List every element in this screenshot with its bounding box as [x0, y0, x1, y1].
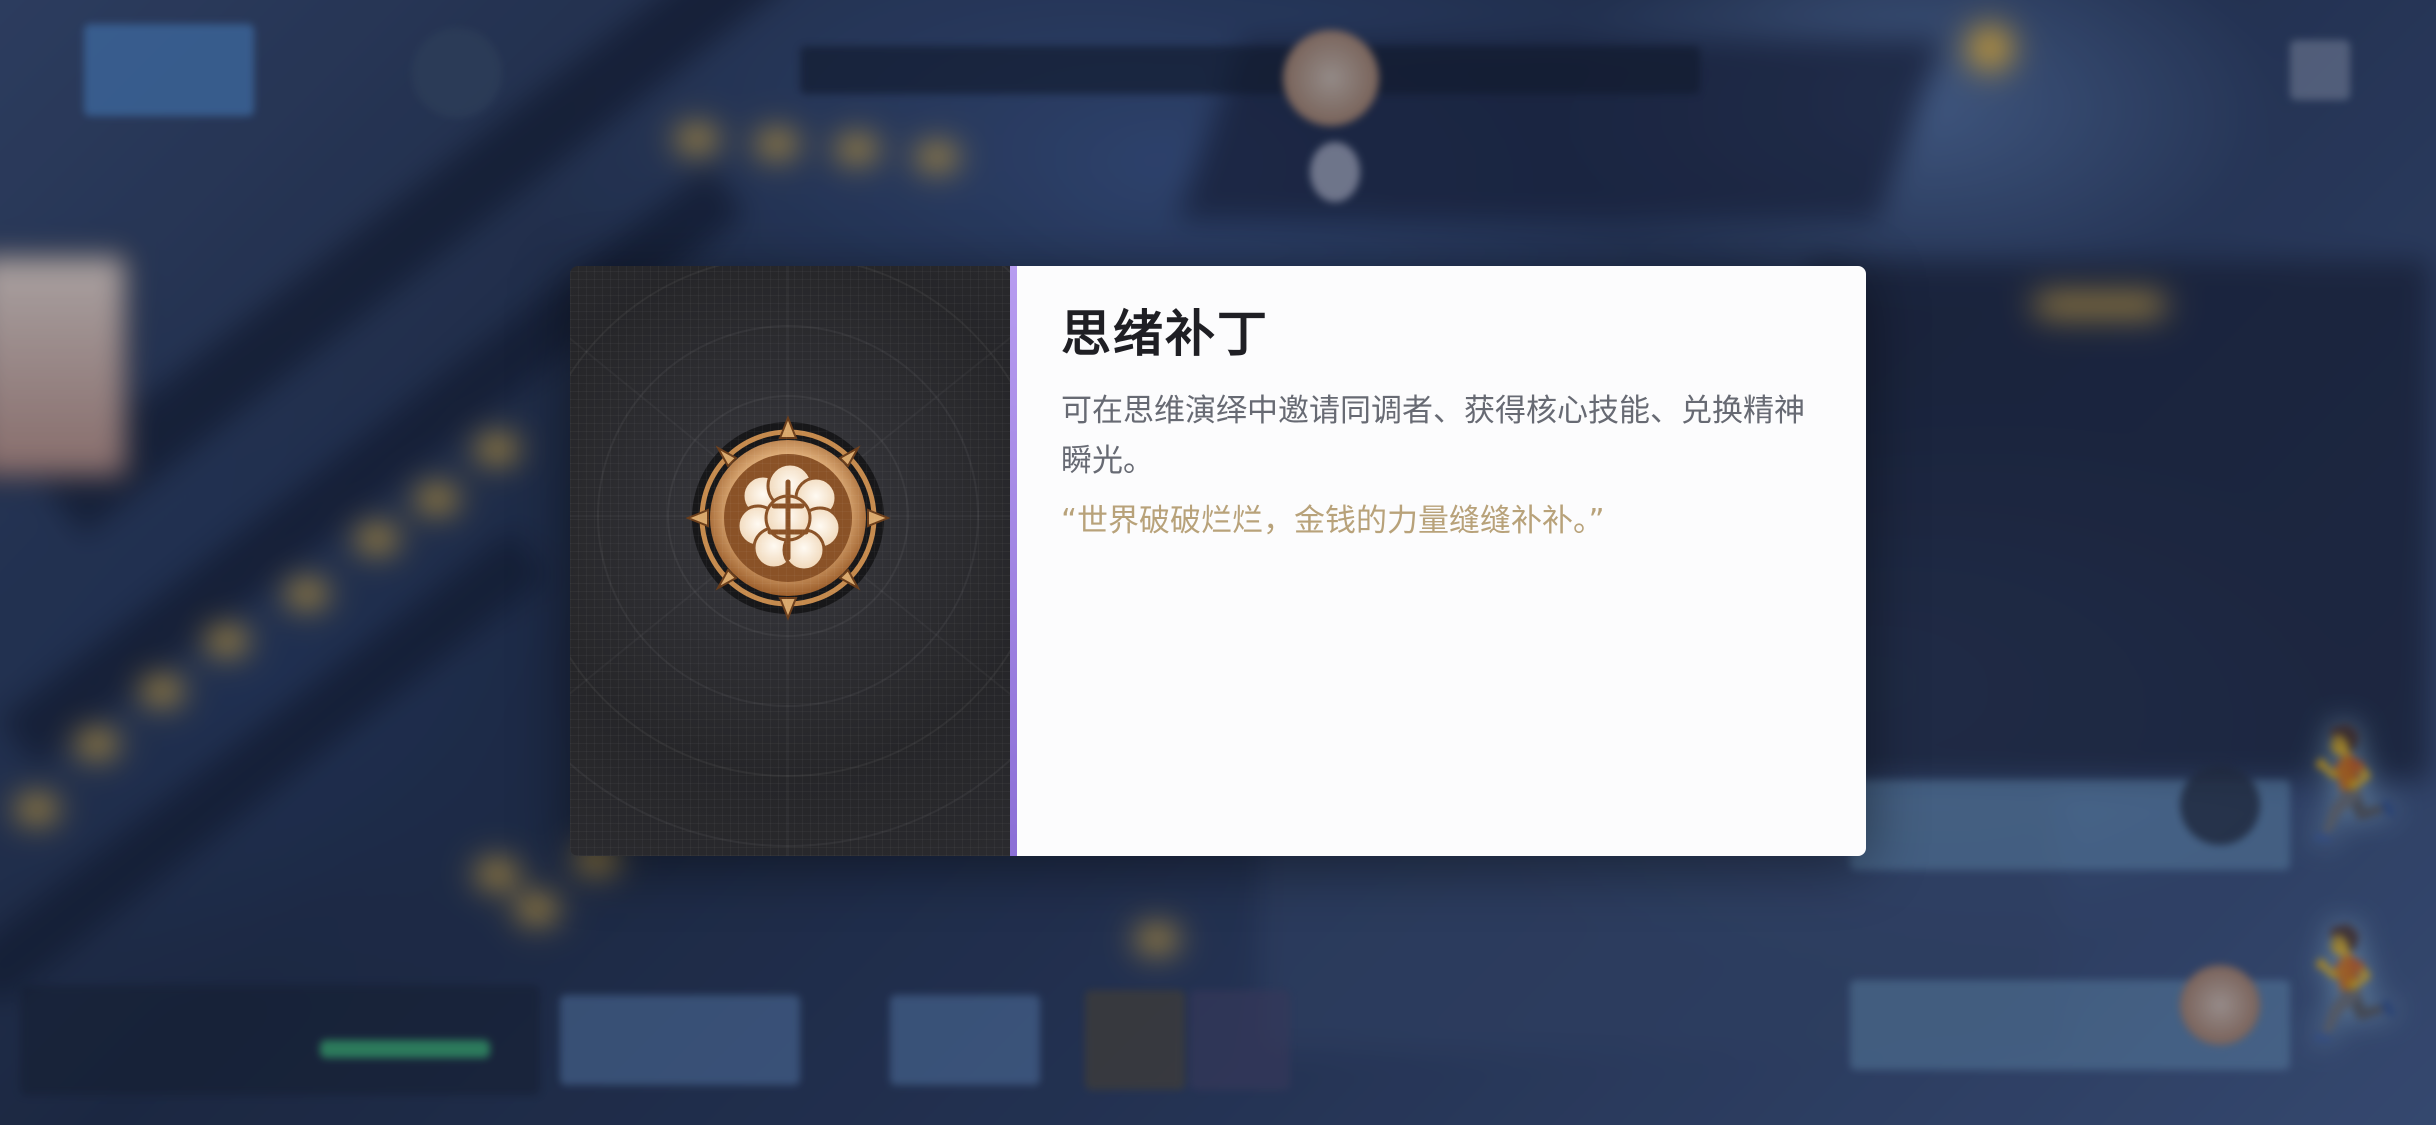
item-description: 可在思维演绎中邀请同调者、获得核心技能、兑换精神瞬光。 [1061, 393, 1805, 479]
item-art-panel [570, 266, 1010, 856]
accent-divider [1010, 266, 1017, 856]
item-flavor-quote: “世界破破烂烂，金钱的力量缝缝补补。” [1061, 503, 1605, 539]
game-screen: 🏃 🏃 思绪补丁 可在思维演绎中邀请同调者、获得核心技能、兑换精神瞬光。 “世界… [0, 0, 2436, 1125]
item-detail-dialog: 思绪补丁 可在思维演绎中邀请同调者、获得核心技能、兑换精神瞬光。 “世界破破烂烂… [570, 266, 1866, 856]
item-title: 思绪补丁 [1061, 304, 1269, 363]
item-info-panel: 思绪补丁 可在思维演绎中邀请同调者、获得核心技能、兑换精神瞬光。 “世界破破烂烂… [1017, 266, 1866, 856]
brain-patch-emblem-icon [685, 415, 891, 621]
